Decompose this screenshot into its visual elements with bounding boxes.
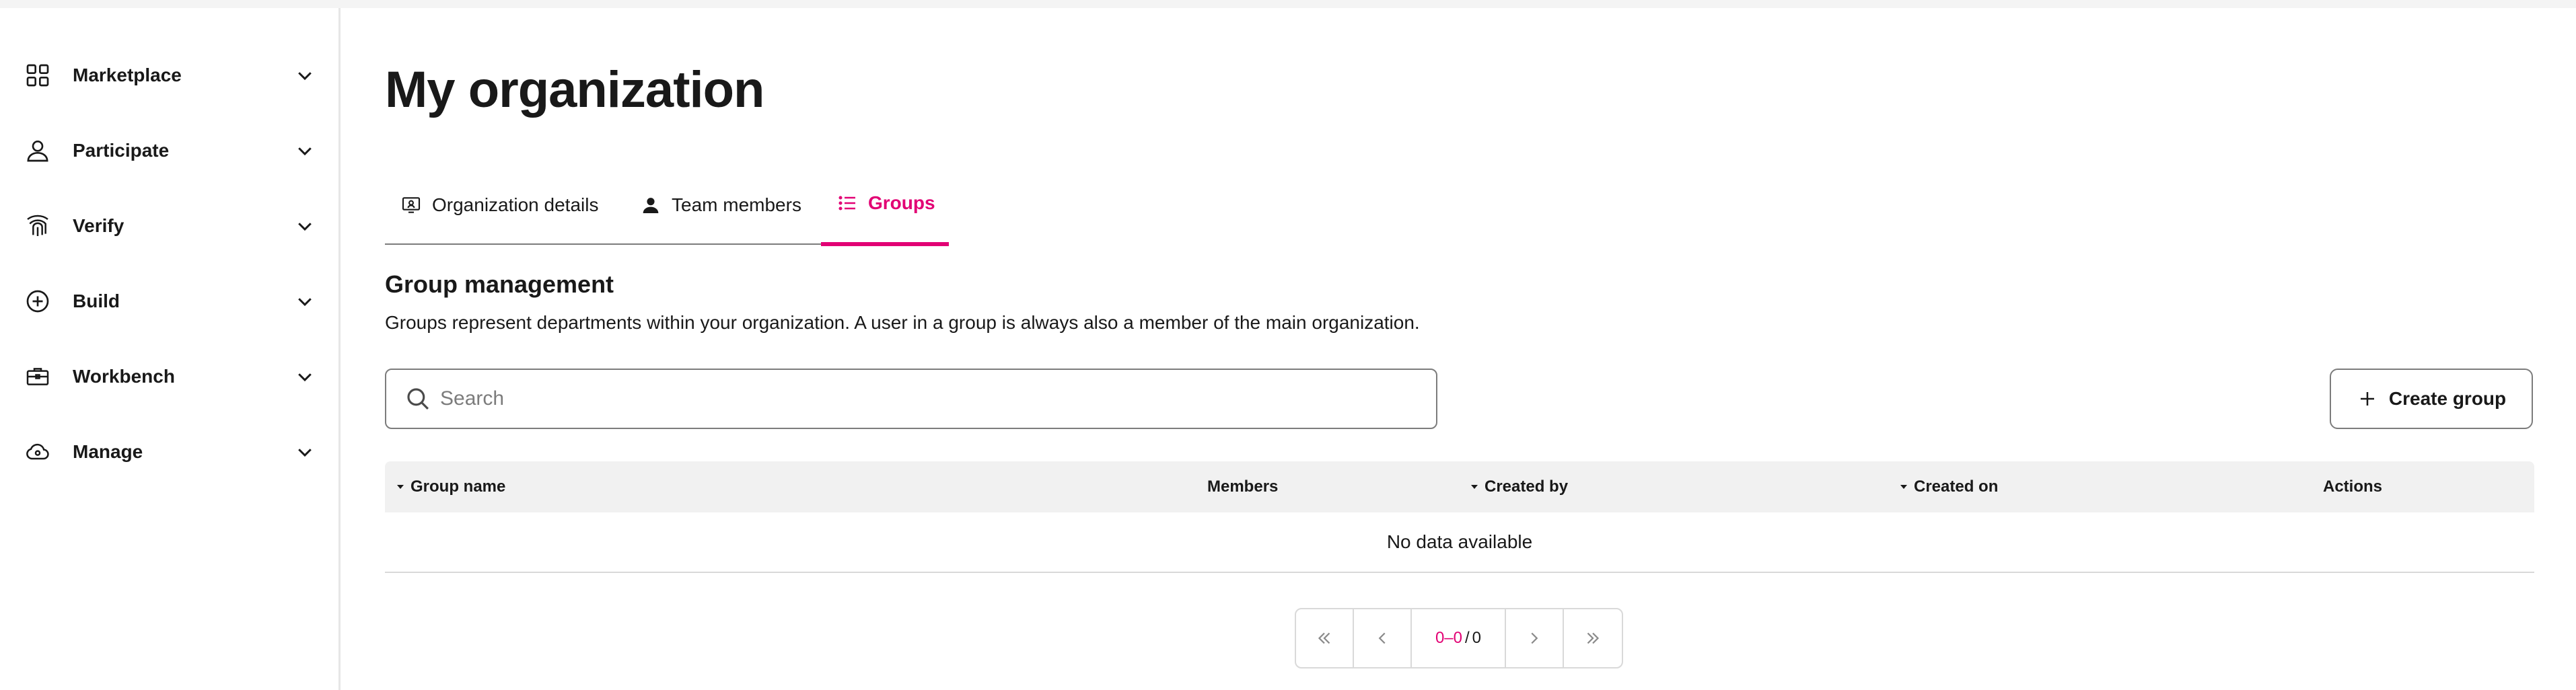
grid-icon — [23, 61, 52, 90]
column-header-actions: Actions — [2323, 461, 2382, 512]
sidebar-item-workbench[interactable]: Workbench — [0, 340, 338, 414]
column-header-members: Members — [1207, 461, 1278, 512]
sort-caret-icon — [1468, 481, 1480, 493]
top-strip — [0, 0, 2576, 8]
person-icon — [23, 136, 52, 165]
sidebar-item-label: Manage — [73, 441, 143, 462]
sort-caret-icon — [1898, 481, 1910, 493]
previous-page-button[interactable] — [1354, 609, 1412, 667]
create-group-button[interactable]: Create group — [2330, 369, 2533, 429]
column-header-group-name[interactable]: Group name — [394, 461, 505, 512]
tab-label: Groups — [868, 192, 935, 213]
tab-bar: Organization details Team members Groups — [385, 164, 2534, 246]
chevron-down-icon — [293, 139, 316, 162]
empty-table-message: No data available — [385, 512, 2534, 573]
column-header-label: Group name — [410, 477, 506, 496]
sidebar-item-marketplace[interactable]: Marketplace — [0, 38, 338, 112]
chevron-down-icon — [293, 290, 316, 313]
page-title: My organization — [385, 61, 764, 118]
first-page-button[interactable] — [1296, 609, 1354, 667]
plus-icon — [2357, 388, 2378, 410]
search-input[interactable] — [440, 381, 1416, 417]
sidebar-item-verify[interactable]: Verify — [0, 189, 338, 263]
sidebar: Marketplace Participate Verify Build Wor… — [0, 8, 341, 690]
sidebar-item-label: Marketplace — [73, 65, 182, 85]
column-header-created-on[interactable]: Created on — [1898, 461, 1998, 512]
section-description: Groups represent departments within your… — [385, 312, 1420, 333]
next-page-button[interactable] — [1506, 609, 1564, 667]
page-total: 0 — [1472, 629, 1482, 647]
section-title: Group management — [385, 270, 614, 298]
page-indicator: 0–0 / 0 — [1412, 609, 1506, 667]
sidebar-item-build[interactable]: Build — [0, 264, 338, 338]
toolbox-icon — [23, 362, 52, 391]
tab-label: Organization details — [432, 194, 599, 215]
fingerprint-icon — [23, 211, 52, 241]
cloud-gear-icon — [23, 437, 52, 467]
double-chevron-right-icon — [1587, 632, 1600, 644]
page-range: 0–0 — [1435, 629, 1462, 647]
sidebar-item-label: Workbench — [73, 366, 175, 387]
last-page-button[interactable] — [1564, 609, 1622, 667]
column-header-label: Created by — [1484, 477, 1569, 496]
chevron-right-icon — [1531, 632, 1538, 644]
column-header-label: Members — [1207, 477, 1279, 496]
page-separator: / — [1465, 629, 1470, 647]
column-header-created-by[interactable]: Created by — [1468, 461, 1568, 512]
plus-circle-icon — [23, 286, 52, 316]
main-content: My organization Organization details Tea… — [385, 8, 2534, 690]
list-icon — [836, 192, 859, 215]
tab-label: Team members — [672, 194, 801, 215]
chevron-left-icon — [1378, 632, 1386, 644]
sidebar-item-label: Verify — [73, 215, 124, 236]
column-header-label: Actions — [2323, 477, 2383, 496]
double-chevron-left-icon — [1318, 632, 1330, 644]
chevron-down-icon — [293, 64, 316, 87]
search-field[interactable] — [385, 369, 1437, 429]
sidebar-item-label: Participate — [73, 140, 170, 161]
sidebar-item-manage[interactable]: Manage — [0, 415, 338, 489]
sidebar-item-participate[interactable]: Participate — [0, 114, 338, 188]
chevron-down-icon — [293, 215, 316, 237]
create-group-label: Create group — [2388, 388, 2507, 409]
search-icon — [404, 385, 433, 414]
monitor-user-icon — [400, 194, 423, 217]
tab-team-members[interactable]: Team members — [639, 164, 801, 246]
pagination: 0–0 / 0 — [1295, 608, 1623, 668]
tab-organization-details[interactable]: Organization details — [400, 164, 598, 246]
sort-caret-icon — [394, 481, 406, 493]
chevron-down-icon — [293, 440, 316, 463]
chevron-down-icon — [293, 365, 316, 388]
tab-groups[interactable]: Groups — [821, 164, 949, 246]
table-header: Group name Members Created by Created on… — [385, 461, 2534, 512]
column-header-label: Created on — [1914, 477, 1999, 496]
person-icon — [639, 194, 662, 217]
sidebar-item-label: Build — [73, 291, 120, 311]
